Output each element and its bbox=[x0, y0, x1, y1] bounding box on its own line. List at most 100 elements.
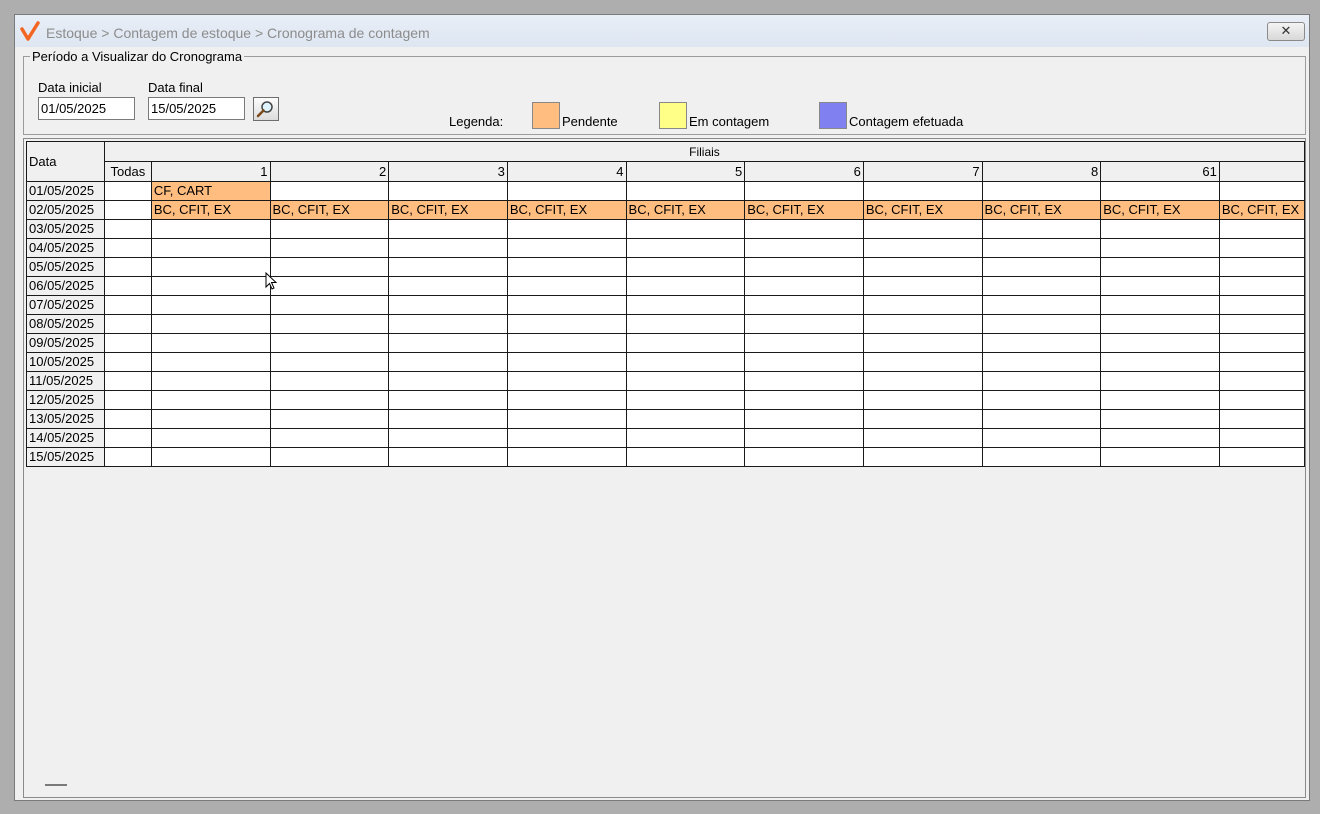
schedule-cell[interactable] bbox=[150, 314, 271, 334]
schedule-cell[interactable] bbox=[388, 428, 508, 448]
schedule-cell[interactable] bbox=[981, 352, 1102, 372]
schedule-cell[interactable] bbox=[1100, 181, 1220, 201]
schedule-cell[interactable] bbox=[625, 314, 746, 334]
schedule-cell[interactable]: BC, CFIT, EX bbox=[150, 200, 271, 220]
schedule-cell[interactable] bbox=[862, 257, 983, 277]
schedule-cell[interactable] bbox=[862, 276, 983, 296]
schedule-cell[interactable] bbox=[1100, 390, 1220, 410]
schedule-cell[interactable] bbox=[269, 314, 390, 334]
branch-header-col9[interactable] bbox=[1218, 161, 1305, 182]
schedule-cell[interactable] bbox=[744, 333, 864, 353]
schedule-cell[interactable] bbox=[388, 257, 508, 277]
schedule-cell[interactable] bbox=[1100, 219, 1220, 239]
schedule-cell[interactable] bbox=[981, 257, 1102, 277]
schedule-cell[interactable] bbox=[269, 276, 390, 296]
all-branches-cell[interactable] bbox=[103, 333, 152, 353]
schedule-cell[interactable] bbox=[744, 181, 864, 201]
schedule-cell[interactable] bbox=[269, 352, 390, 372]
schedule-cell[interactable] bbox=[744, 257, 864, 277]
schedule-cell[interactable] bbox=[981, 447, 1102, 467]
branch-header-7[interactable]: 7 bbox=[862, 161, 983, 182]
schedule-cell[interactable] bbox=[506, 219, 627, 239]
schedule-cell[interactable]: BC, CFIT, EX bbox=[981, 200, 1102, 220]
schedule-cell[interactable] bbox=[269, 390, 390, 410]
schedule-cell[interactable] bbox=[388, 238, 508, 258]
schedule-cell[interactable] bbox=[744, 314, 864, 334]
schedule-cell[interactable] bbox=[388, 390, 508, 410]
schedule-cell[interactable] bbox=[1218, 257, 1305, 277]
schedule-cell[interactable] bbox=[1218, 181, 1305, 201]
schedule-cell[interactable] bbox=[506, 276, 627, 296]
schedule-cell[interactable] bbox=[744, 428, 864, 448]
schedule-cell[interactable] bbox=[506, 314, 627, 334]
schedule-cell[interactable] bbox=[744, 276, 864, 296]
schedule-cell[interactable] bbox=[506, 352, 627, 372]
schedule-cell[interactable] bbox=[388, 352, 508, 372]
schedule-cell[interactable] bbox=[744, 352, 864, 372]
all-branches-cell[interactable] bbox=[103, 295, 152, 315]
all-branches-cell[interactable] bbox=[103, 390, 152, 410]
all-branches-cell[interactable] bbox=[103, 428, 152, 448]
all-branches-cell[interactable] bbox=[103, 219, 152, 239]
branch-header-5[interactable]: 5 bbox=[625, 161, 746, 182]
schedule-cell[interactable] bbox=[1218, 447, 1305, 467]
schedule-cell[interactable] bbox=[269, 181, 390, 201]
schedule-cell[interactable] bbox=[1218, 276, 1305, 296]
schedule-cell[interactable] bbox=[625, 295, 746, 315]
schedule-cell[interactable] bbox=[862, 238, 983, 258]
schedule-cell[interactable] bbox=[744, 409, 864, 429]
schedule-cell[interactable] bbox=[506, 428, 627, 448]
schedule-cell[interactable] bbox=[388, 276, 508, 296]
schedule-cell[interactable] bbox=[1100, 276, 1220, 296]
schedule-cell[interactable] bbox=[1100, 352, 1220, 372]
schedule-cell[interactable] bbox=[625, 352, 746, 372]
schedule-cell[interactable]: BC, CFIT, EX bbox=[1100, 200, 1220, 220]
schedule-cell[interactable] bbox=[981, 390, 1102, 410]
schedule-cell[interactable] bbox=[862, 409, 983, 429]
schedule-cell[interactable] bbox=[981, 238, 1102, 258]
branch-header-3[interactable]: 3 bbox=[388, 161, 508, 182]
schedule-cell[interactable] bbox=[862, 447, 983, 467]
schedule-cell[interactable] bbox=[150, 447, 271, 467]
schedule-cell[interactable] bbox=[981, 314, 1102, 334]
schedule-cell[interactable] bbox=[150, 219, 271, 239]
schedule-cell[interactable] bbox=[625, 238, 746, 258]
schedule-cell[interactable] bbox=[269, 371, 390, 391]
all-branches-header[interactable]: Todas bbox=[103, 161, 152, 182]
schedule-cell[interactable] bbox=[1100, 257, 1220, 277]
schedule-cell[interactable] bbox=[862, 333, 983, 353]
schedule-cell[interactable]: BC, CFIT, EX bbox=[388, 200, 508, 220]
branch-header-8[interactable]: 8 bbox=[981, 161, 1102, 182]
schedule-cell[interactable] bbox=[269, 409, 390, 429]
schedule-cell[interactable] bbox=[269, 333, 390, 353]
schedule-cell[interactable] bbox=[862, 314, 983, 334]
all-branches-cell[interactable] bbox=[103, 200, 152, 220]
schedule-cell[interactable] bbox=[1100, 333, 1220, 353]
schedule-cell[interactable] bbox=[388, 219, 508, 239]
schedule-cell[interactable]: BC, CFIT, EX bbox=[269, 200, 390, 220]
schedule-cell[interactable] bbox=[1100, 295, 1220, 315]
schedule-cell[interactable] bbox=[744, 371, 864, 391]
schedule-cell[interactable] bbox=[1218, 352, 1305, 372]
schedule-cell[interactable] bbox=[269, 447, 390, 467]
schedule-cell[interactable] bbox=[506, 447, 627, 467]
schedule-cell[interactable] bbox=[1100, 428, 1220, 448]
schedule-cell[interactable] bbox=[1100, 314, 1220, 334]
schedule-cell[interactable] bbox=[744, 219, 864, 239]
schedule-cell[interactable] bbox=[388, 333, 508, 353]
schedule-cell[interactable] bbox=[388, 447, 508, 467]
schedule-cell[interactable] bbox=[1100, 447, 1220, 467]
schedule-cell[interactable] bbox=[744, 447, 864, 467]
schedule-cell[interactable] bbox=[625, 333, 746, 353]
schedule-cell[interactable] bbox=[981, 219, 1102, 239]
schedule-cell[interactable] bbox=[269, 295, 390, 315]
all-branches-cell[interactable] bbox=[103, 409, 152, 429]
schedule-cell[interactable] bbox=[269, 238, 390, 258]
schedule-cell[interactable] bbox=[1218, 314, 1305, 334]
schedule-cell[interactable] bbox=[506, 295, 627, 315]
schedule-cell[interactable] bbox=[1218, 390, 1305, 410]
schedule-cell[interactable] bbox=[862, 428, 983, 448]
schedule-cell[interactable] bbox=[862, 390, 983, 410]
all-branches-cell[interactable] bbox=[103, 238, 152, 258]
schedule-cell[interactable] bbox=[150, 371, 271, 391]
